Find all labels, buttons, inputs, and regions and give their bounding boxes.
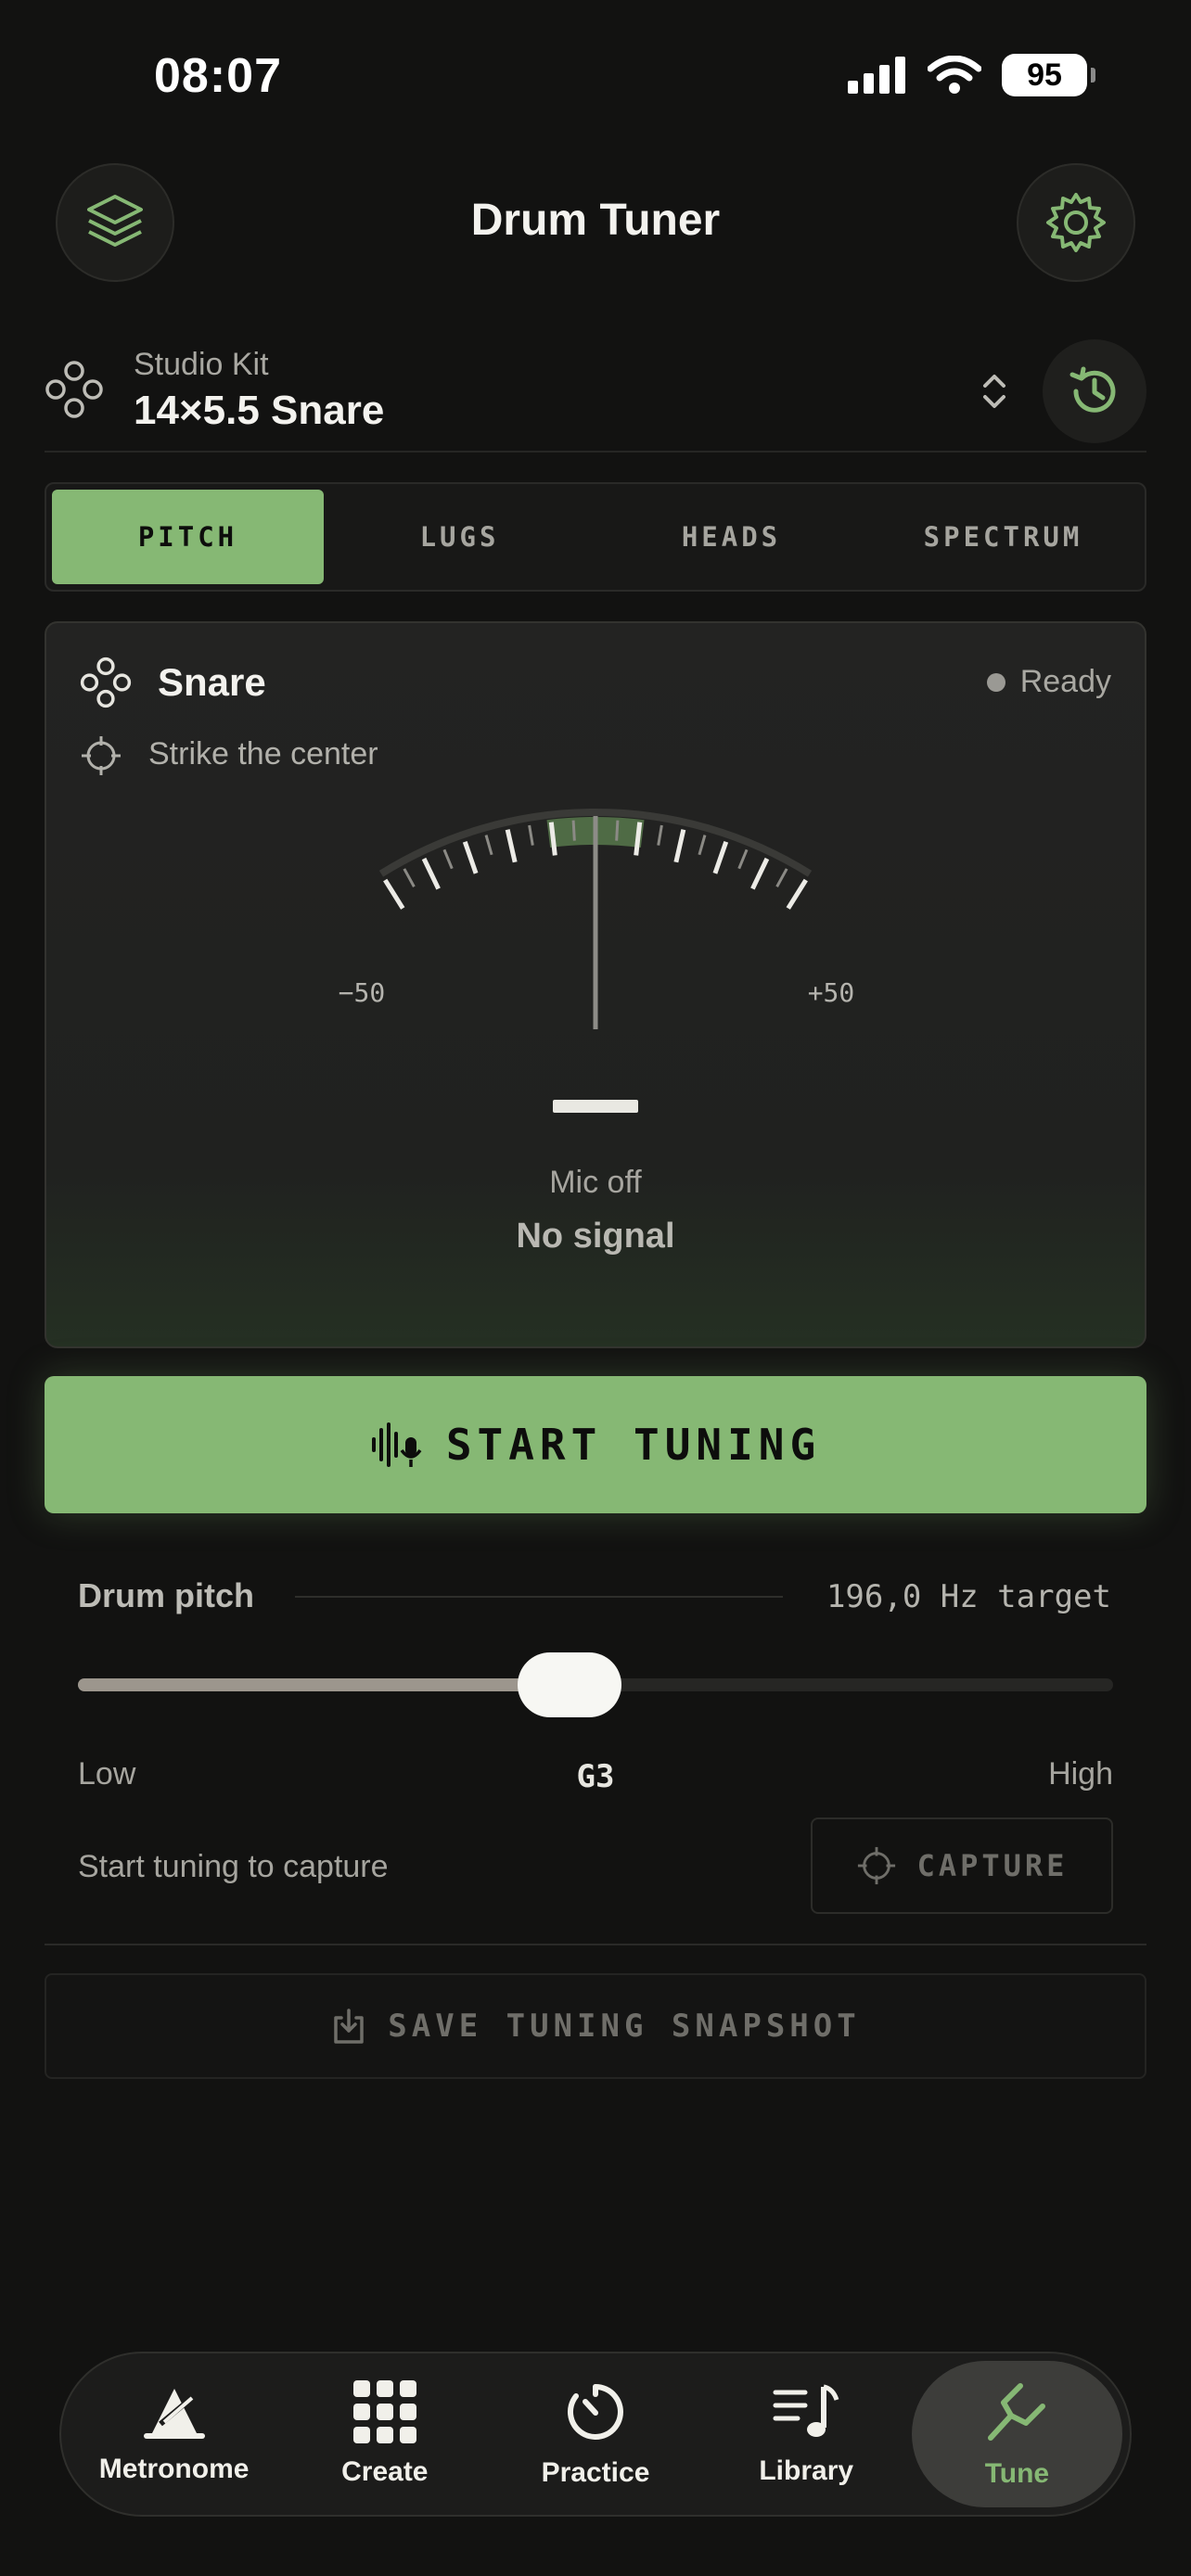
gauge-tick xyxy=(403,868,416,887)
gauge-tick xyxy=(750,857,770,890)
gauge-tick xyxy=(528,824,534,846)
timer-icon xyxy=(568,2384,623,2440)
capture-hint: Start tuning to capture xyxy=(78,1849,389,1884)
gauge-tick xyxy=(571,820,576,841)
gauge-tick xyxy=(712,840,729,874)
crosshair-icon xyxy=(82,736,121,775)
kit-label: Studio Kit xyxy=(134,347,269,382)
gauge-tick xyxy=(698,835,707,856)
kit-name: 14×5.5 Snare xyxy=(134,388,385,433)
pitch-slider[interactable] xyxy=(78,1652,1113,1717)
wifi-icon xyxy=(928,56,981,94)
gauge-tick xyxy=(442,848,454,870)
section-divider xyxy=(45,1944,1146,1945)
status-dot xyxy=(986,672,1005,692)
save-snapshot-label: SAVE TUNING SNAPSHOT xyxy=(388,2008,861,2045)
drum-kit-icon xyxy=(45,361,103,418)
gauge-min-label: −50 xyxy=(339,977,386,1008)
drum-name: Snare xyxy=(158,660,266,704)
nav-practice[interactable]: Practice xyxy=(490,2361,700,2507)
save-snapshot-button[interactable]: SAVE TUNING SNAPSHOT xyxy=(45,1973,1146,2079)
grid-icon xyxy=(352,2380,416,2443)
gauge-tick xyxy=(786,878,808,910)
capture-label: CAPTURE xyxy=(916,1848,1069,1883)
pitch-target: 196,0 Hz target xyxy=(826,1578,1111,1615)
cents-gauge: −50 +50 xyxy=(339,809,855,1029)
tuner-card: Snare Ready Strike the center −50 +50 Mi… xyxy=(45,621,1146,1348)
pitch-label: Drum pitch xyxy=(78,1576,255,1614)
capture-button[interactable]: CAPTURE xyxy=(811,1817,1113,1914)
tuning-fork-icon xyxy=(988,2383,1046,2441)
gauge-tick xyxy=(421,857,441,890)
nav-library[interactable]: Library xyxy=(701,2361,912,2507)
gauge-tick xyxy=(615,820,620,841)
metronome-icon xyxy=(143,2389,205,2439)
gauge-tick xyxy=(657,824,663,846)
status-text: Ready xyxy=(1019,664,1111,699)
tab-lugs[interactable]: LUGS xyxy=(324,490,596,584)
slider-high-label: High xyxy=(1048,1756,1113,1792)
tab-spectrum[interactable]: SPECTRUM xyxy=(867,490,1139,584)
divider xyxy=(295,1596,783,1598)
crosshair-icon xyxy=(857,1846,895,1885)
settings-button[interactable] xyxy=(1017,163,1135,282)
gauge-tick xyxy=(673,829,686,863)
nav-metronome-label: Metronome xyxy=(98,2454,250,2484)
drum-icon xyxy=(80,657,132,708)
status-badge: Ready xyxy=(986,664,1111,700)
nav-practice-label: Practice xyxy=(541,2457,650,2488)
mode-tabs: PITCH LUGS HEADS SPECTRUM xyxy=(45,482,1146,592)
signal-state: No signal xyxy=(516,1217,675,1256)
nav-tune-label: Tune xyxy=(984,2458,1050,2489)
start-tuning-button[interactable]: START TUNING xyxy=(45,1376,1146,1513)
battery-indicator: 95 xyxy=(1002,54,1095,96)
kit-selector[interactable]: Studio Kit 14×5.5 Snare xyxy=(45,339,1146,453)
gauge-tick xyxy=(462,840,479,874)
nav-metronome[interactable]: Metronome xyxy=(69,2361,279,2507)
bottom-nav: Metronome Create Practice Library Tune xyxy=(59,2352,1132,2517)
tuning-hint: Strike the center xyxy=(148,736,378,772)
slider-fill xyxy=(78,1678,570,1691)
nav-create-label: Create xyxy=(341,2456,429,2487)
gauge-tick xyxy=(505,829,518,863)
tab-heads[interactable]: HEADS xyxy=(596,490,867,584)
status-time: 08:07 xyxy=(154,49,282,103)
nav-library-label: Library xyxy=(759,2455,854,2486)
save-icon xyxy=(334,2009,365,2044)
history-icon xyxy=(1069,366,1116,413)
chevron-up-down-icon[interactable] xyxy=(980,371,1009,412)
tab-pitch[interactable]: PITCH xyxy=(52,490,324,584)
start-tuning-label: START TUNING xyxy=(445,1420,822,1470)
waveform-mic-icon xyxy=(371,1422,422,1467)
music-list-icon xyxy=(773,2384,839,2437)
slider-thumb[interactable] xyxy=(518,1652,622,1717)
gauge-tick xyxy=(775,868,788,887)
page-title: Drum Tuner xyxy=(470,196,721,245)
gauge-tick xyxy=(737,848,749,870)
cellular-signal-icon xyxy=(848,57,905,94)
gauge-max-label: +50 xyxy=(808,977,855,1008)
note-display xyxy=(553,1100,638,1113)
status-indicators: 95 xyxy=(848,54,1095,96)
mic-state: Mic off xyxy=(549,1165,642,1200)
gauge-tick xyxy=(484,835,493,856)
history-button[interactable] xyxy=(1043,339,1146,443)
gauge-tick xyxy=(383,878,405,910)
gear-icon xyxy=(1046,193,1106,252)
nav-create[interactable]: Create xyxy=(279,2361,490,2507)
nav-tune[interactable]: Tune xyxy=(911,2361,1123,2507)
battery-level: 95 xyxy=(1027,57,1062,93)
pitch-note: G3 xyxy=(576,1758,615,1795)
